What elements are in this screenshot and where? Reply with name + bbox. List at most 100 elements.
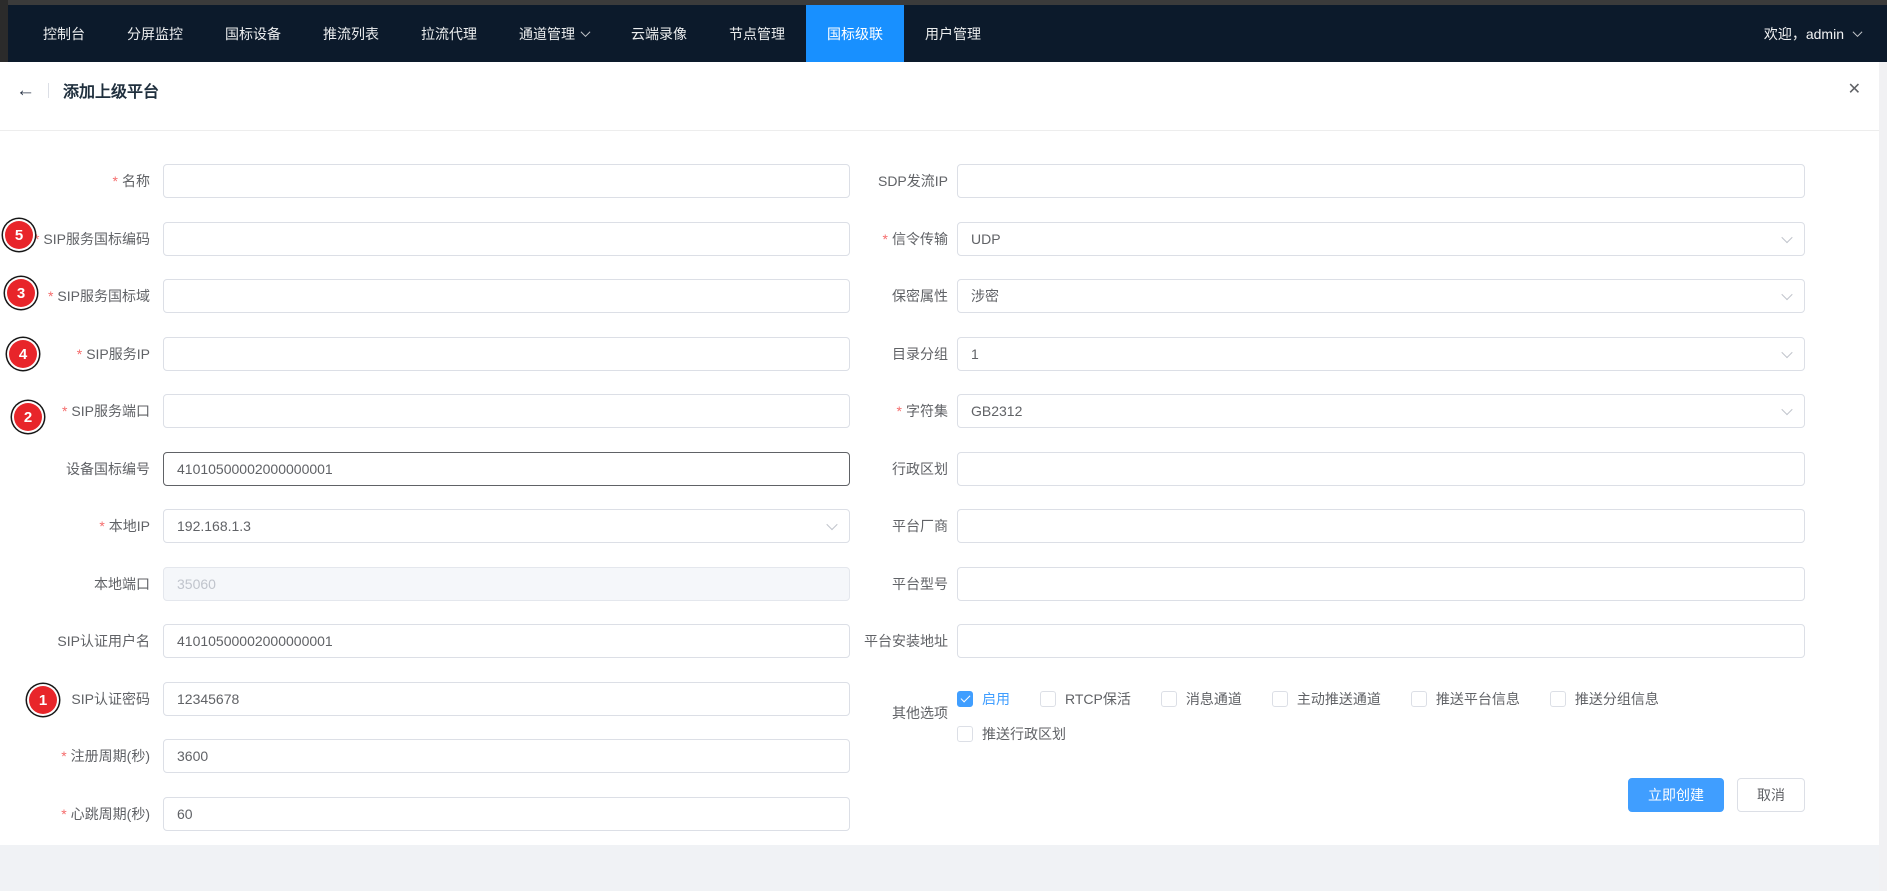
push-admin-division-checkbox[interactable]: 推送行政区划 [957,724,1066,744]
nav-tab-label: 云端录像 [631,24,687,44]
sip-auth-password-input[interactable]: 12345678 [163,682,850,716]
push-admin-division-checkbox-box [957,726,973,742]
nav-tab-label: 拉流代理 [421,24,477,44]
platform-install-address-input[interactable] [957,624,1805,658]
local-port-input[interactable]: 35060 [163,567,850,601]
user-greeting: 欢迎，admin [1764,24,1844,44]
window-top-edge [0,0,1887,5]
charset-select[interactable]: GB2312 [957,394,1805,428]
sip-server-port-input[interactable] [163,394,850,428]
sip-server-gb-code-input[interactable] [163,222,850,256]
chevron-down-icon [581,27,591,37]
sip-auth-username-input[interactable]: 41010500002000000001 [163,624,850,658]
enable-checkbox[interactable]: 启用 [957,689,1010,709]
scrollbar[interactable] [1879,62,1887,891]
checkbox-row-1: 启用 RTCP保活 消息通道 主动推送通道 推送平台信息 推送分组信息 [957,682,1689,716]
active-push-channel-checkbox[interactable]: 主动推送通道 [1272,689,1381,709]
secrecy-attribute-value: 涉密 [971,286,999,306]
form-row-signaling-transport: *信令传输UDP [850,222,1805,256]
platform-install-address-label: 平台安装地址 [850,624,957,658]
signaling-transport-select[interactable]: UDP [957,222,1805,256]
form-row-sip-auth-password: SIP认证密码12345678 [0,682,850,716]
required-asterisk: * [34,231,39,247]
sdp-send-ip-label: SDP发流IP [850,164,957,198]
checkbox-row-2: 推送行政区划 [957,724,1689,744]
admin-division-input[interactable] [957,452,1805,486]
annotation-marker-1: 1 [29,686,57,714]
nav-tab-user-management[interactable]: 用户管理 [904,5,1002,62]
user-menu[interactable]: 欢迎，admin [1764,5,1887,62]
form-row-platform-model: 平台型号 [850,567,1805,601]
nav-tab-label: 分屏监控 [127,24,183,44]
form-row-local-ip: *本地IP192.168.1.3 [0,509,850,543]
nav-tab-label: 控制台 [43,24,85,44]
sdp-send-ip-input[interactable] [957,164,1805,198]
active-push-channel-checkbox-box [1272,691,1288,707]
required-asterisk: * [897,403,902,419]
back-arrow-icon[interactable]: ← [16,81,35,100]
heartbeat-period-input[interactable]: 60 [163,797,850,831]
local-port-value: 35060 [177,576,216,592]
nav-tab-cloud-recording[interactable]: 云端录像 [610,5,708,62]
message-channel-checkbox-label: 消息通道 [1186,689,1242,709]
push-platform-info-checkbox[interactable]: 推送平台信息 [1411,689,1520,709]
catalog-group-select[interactable]: 1 [957,337,1805,371]
secrecy-attribute-select[interactable]: 涉密 [957,279,1805,313]
window-left-edge [0,0,8,62]
secrecy-attribute-label: 保密属性 [850,279,957,313]
form-row-sip-server-port: *SIP服务端口 [0,394,850,428]
signaling-transport-label: *信令传输 [850,222,957,256]
catalog-group-label: 目录分组 [850,337,957,371]
nav-tab-push-stream-list[interactable]: 推流列表 [302,5,400,62]
cancel-button[interactable]: 取消 [1737,778,1805,812]
form-row-sip-server-gb-domain: *SIP服务国标域 [0,279,850,313]
chevron-down-icon [1781,289,1792,300]
nav-tab-console[interactable]: 控制台 [22,5,106,62]
enable-checkbox-label: 启用 [982,689,1010,709]
nav-tab-split-screen-monitor[interactable]: 分屏监控 [106,5,204,62]
nav-tab-gb-devices[interactable]: 国标设备 [204,5,302,62]
nav-tab-channel-management[interactable]: 通道管理 [498,5,610,62]
sip-auth-username-value: 41010500002000000001 [177,633,333,649]
message-channel-checkbox[interactable]: 消息通道 [1161,689,1242,709]
form-row-sip-server-gb-code: *SIP服务国标编码 [0,222,850,256]
admin-division-label: 行政区划 [850,452,957,486]
other-options-label: 其他选项 [850,696,957,730]
required-asterisk: * [61,748,66,764]
form-row-device-gb-code: 设备国标编号41010500002000000001 [0,452,850,486]
annotation-marker-4: 4 [9,340,37,368]
form-column-right: SDP发流IP*信令传输UDP保密属性涉密目录分组1*字符集GB2312行政区划… [850,164,1805,854]
device-gb-code-input[interactable]: 41010500002000000001 [163,452,850,486]
required-asterisk: * [77,346,82,362]
name-label: *名称 [0,164,163,198]
charset-label: *字符集 [850,394,957,428]
name-input[interactable] [163,164,850,198]
platform-model-input[interactable] [957,567,1805,601]
platform-vendor-input[interactable] [957,509,1805,543]
nav-tab-label: 节点管理 [729,24,785,44]
nav-tab-gb-cascade[interactable]: 国标级联 [806,5,904,62]
form-row-platform-vendor: 平台厂商 [850,509,1805,543]
sip-server-ip-input[interactable] [163,337,850,371]
local-ip-select[interactable]: 192.168.1.3 [163,509,850,543]
form-row-name: *名称 [0,164,850,198]
close-icon[interactable]: ✕ [1848,82,1861,98]
rtcp-keepalive-checkbox[interactable]: RTCP保活 [1040,689,1131,709]
push-group-info-checkbox[interactable]: 推送分组信息 [1550,689,1659,709]
push-group-info-checkbox-box [1550,691,1566,707]
required-asterisk: * [48,288,53,304]
push-platform-info-checkbox-label: 推送平台信息 [1436,689,1520,709]
header-divider [48,83,49,98]
nav-tabs: 控制台 分屏监控 国标设备推流列表 拉流代理 通道管理 云端录像 节点管理 国标级联用户管理 [22,5,1002,62]
sip-auth-username-label: SIP认证用户名 [0,624,163,658]
create-button[interactable]: 立即创建 [1628,778,1724,812]
register-period-input[interactable]: 3600 [163,739,850,773]
required-asterisk: * [62,403,67,419]
nav-tab-pull-stream-proxy[interactable]: 拉流代理 [400,5,498,62]
sip-server-gb-domain-input[interactable] [163,279,850,313]
register-period-value: 3600 [177,748,208,764]
nav-tab-node-management[interactable]: 节点管理 [708,5,806,62]
rtcp-keepalive-checkbox-box [1040,691,1056,707]
form-row-sip-auth-username: SIP认证用户名 41010500002000000001 [0,624,850,658]
add-parent-platform-form: *名称*SIP服务国标编码*SIP服务国标域*SIP服务IP*SIP服务端口设备… [0,131,1879,854]
